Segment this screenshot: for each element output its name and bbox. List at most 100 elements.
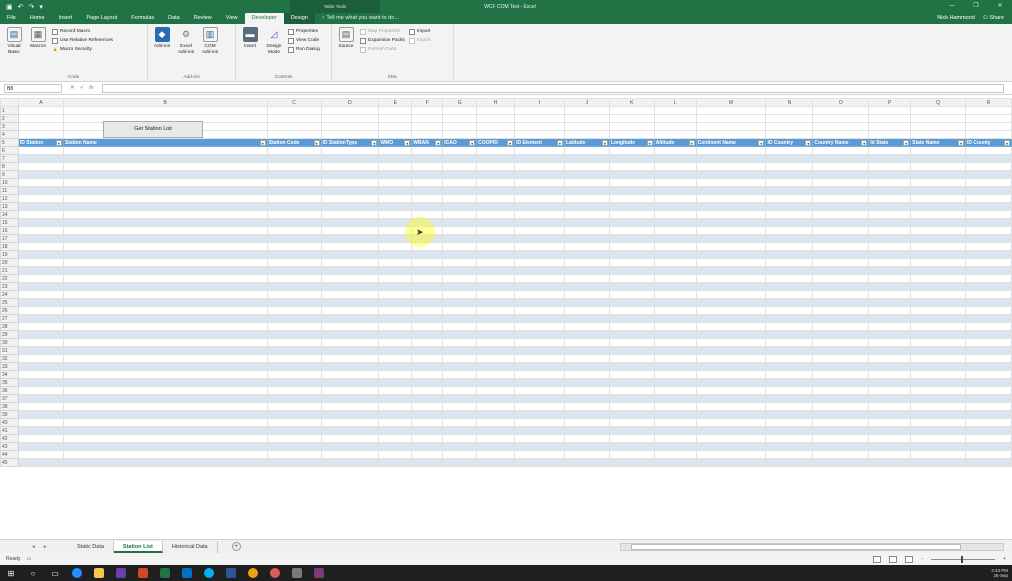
cell[interactable]: [62, 354, 268, 363]
cell[interactable]: [320, 146, 380, 155]
cell[interactable]: [476, 266, 516, 275]
cell[interactable]: [442, 314, 478, 323]
column-header-c[interactable]: C: [266, 98, 322, 107]
chrome-icon[interactable]: [242, 565, 264, 581]
cell[interactable]: [868, 170, 912, 179]
cell[interactable]: [964, 378, 1012, 387]
row-header[interactable]: 44: [0, 450, 19, 459]
table-header-cell[interactable]: Station Code ▾: [266, 138, 322, 147]
cell[interactable]: [563, 122, 610, 131]
cell[interactable]: [476, 186, 516, 195]
com-addins-button[interactable]: ▥ COM Add-ins: [200, 27, 220, 82]
cell[interactable]: [812, 458, 870, 467]
cell[interactable]: [812, 130, 870, 139]
import-button[interactable]: Import: [408, 28, 431, 35]
cell[interactable]: [378, 162, 413, 171]
cell[interactable]: [910, 354, 966, 363]
cell[interactable]: [765, 258, 814, 267]
cell[interactable]: [868, 250, 912, 259]
cell[interactable]: [378, 290, 413, 299]
cell[interactable]: [514, 442, 565, 451]
cell[interactable]: [266, 162, 322, 171]
cell[interactable]: [320, 266, 380, 275]
cell[interactable]: [320, 306, 380, 315]
cell[interactable]: [62, 202, 268, 211]
cell[interactable]: [320, 338, 380, 347]
cell[interactable]: [514, 306, 565, 315]
cell[interactable]: [964, 130, 1012, 139]
cell[interactable]: [563, 322, 610, 331]
cell[interactable]: [17, 282, 64, 291]
cell[interactable]: [62, 298, 268, 307]
cell[interactable]: [964, 282, 1012, 291]
cell[interactable]: [514, 106, 565, 115]
cell[interactable]: [378, 402, 413, 411]
cell[interactable]: [695, 162, 767, 171]
filter-dropdown-icon[interactable]: ▾: [55, 139, 62, 146]
undo-icon[interactable]: ↶: [18, 3, 24, 11]
row-header[interactable]: 21: [0, 266, 19, 275]
row-header[interactable]: 23: [0, 282, 19, 291]
cell[interactable]: [514, 258, 565, 267]
cell[interactable]: [812, 210, 870, 219]
cell[interactable]: [910, 314, 966, 323]
cell[interactable]: [17, 114, 64, 123]
cell[interactable]: [514, 226, 565, 235]
cell[interactable]: [608, 306, 655, 315]
cell[interactable]: [608, 378, 655, 387]
cell[interactable]: [476, 386, 516, 395]
cell[interactable]: [910, 226, 966, 235]
cell[interactable]: [608, 162, 655, 171]
row-header[interactable]: 38: [0, 402, 19, 411]
cell[interactable]: [653, 282, 697, 291]
cell[interactable]: [868, 394, 912, 403]
cell[interactable]: [17, 106, 64, 115]
cell[interactable]: [378, 306, 413, 315]
cell[interactable]: [910, 442, 966, 451]
cell[interactable]: [62, 106, 268, 115]
cell[interactable]: [653, 218, 697, 227]
cell[interactable]: [411, 282, 444, 291]
cell[interactable]: [266, 146, 322, 155]
edge-browser-icon[interactable]: [66, 565, 88, 581]
visual-basic-button[interactable]: ▤ Visual Basic: [4, 27, 24, 82]
table-header-cell[interactable]: Station Name ▾: [62, 138, 268, 147]
cell[interactable]: [910, 378, 966, 387]
cell[interactable]: [411, 450, 444, 459]
zoom-out-button[interactable]: -: [921, 556, 923, 562]
cell[interactable]: [378, 394, 413, 403]
cell[interactable]: [62, 282, 268, 291]
cell[interactable]: [514, 162, 565, 171]
cell[interactable]: [695, 282, 767, 291]
cell[interactable]: [695, 442, 767, 451]
cell[interactable]: [563, 362, 610, 371]
cell[interactable]: [378, 362, 413, 371]
run-dialog-button[interactable]: Run Dialog: [288, 46, 320, 53]
cell[interactable]: [695, 210, 767, 219]
cell[interactable]: [765, 146, 814, 155]
cell[interactable]: [266, 234, 322, 243]
cell[interactable]: [411, 130, 444, 139]
cell[interactable]: [266, 202, 322, 211]
row-header[interactable]: 12: [0, 194, 19, 203]
cell[interactable]: [320, 106, 380, 115]
cell[interactable]: [910, 322, 966, 331]
cell[interactable]: [608, 218, 655, 227]
cell[interactable]: [514, 418, 565, 427]
task-view-icon[interactable]: ▭: [44, 565, 66, 581]
table-header-cell[interactable]: Longitude ▾: [608, 138, 655, 147]
cell[interactable]: [910, 258, 966, 267]
table-header-cell[interactable]: ID Station ▾: [17, 138, 64, 147]
system-clock[interactable]: 3:43 PM 26-Sep: [991, 568, 1012, 578]
cell[interactable]: [266, 178, 322, 187]
windows-start-icon[interactable]: ⊞: [0, 565, 22, 581]
cell[interactable]: [442, 450, 478, 459]
cell[interactable]: [266, 426, 322, 435]
map-properties-button[interactable]: Map Properties: [360, 28, 405, 35]
cell[interactable]: [378, 202, 413, 211]
cell[interactable]: [266, 210, 322, 219]
table-header-cell[interactable]: Id State ▾: [868, 138, 912, 147]
page-break-view-button[interactable]: [905, 555, 914, 563]
cell[interactable]: [608, 194, 655, 203]
cell[interactable]: [608, 402, 655, 411]
